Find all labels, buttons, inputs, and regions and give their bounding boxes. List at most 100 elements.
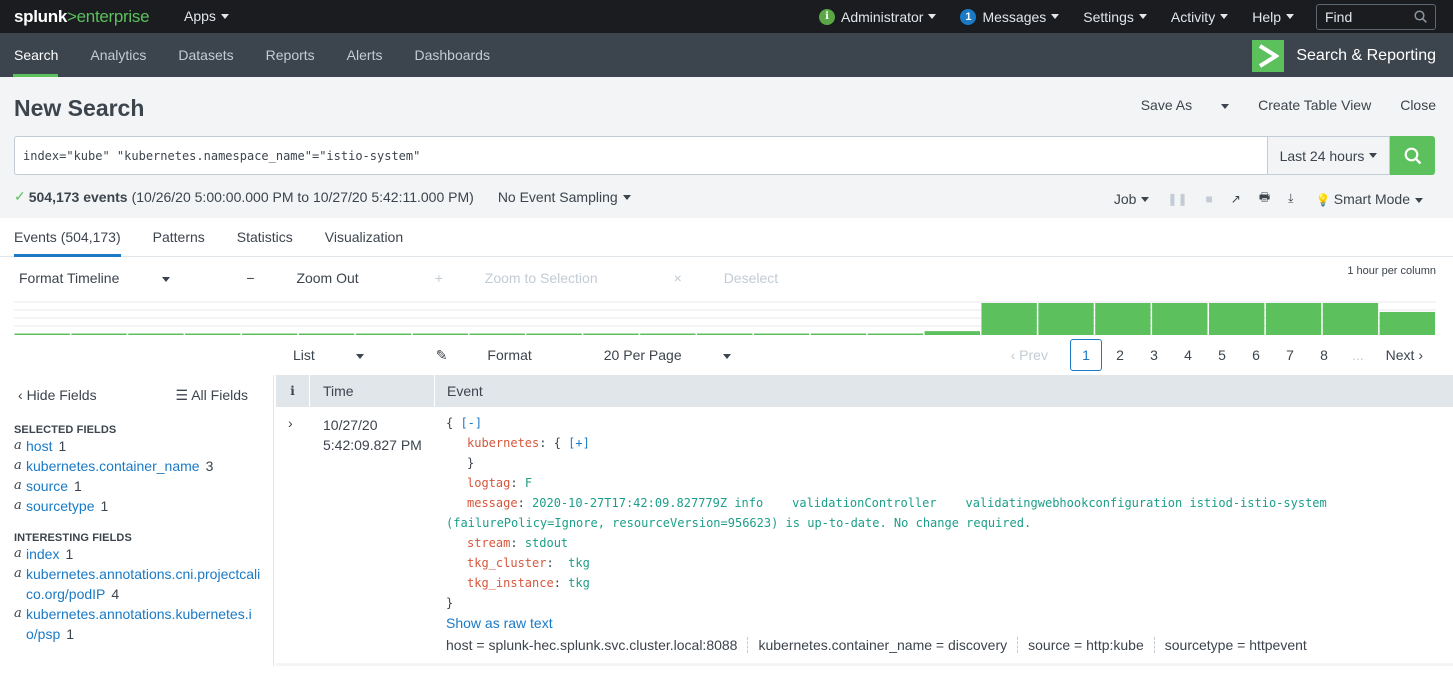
export-icon[interactable]: ⤓ xyxy=(1288,191,1293,206)
tab-visualization[interactable]: Visualization xyxy=(325,218,403,256)
administrator-menu[interactable]: i Administrator xyxy=(818,8,937,25)
page-6[interactable]: 6 xyxy=(1240,339,1272,371)
timeline-chart[interactable] xyxy=(14,299,1436,335)
page-5[interactable]: 5 xyxy=(1206,339,1238,371)
pause-icon[interactable]: ❚❚ xyxy=(1167,192,1187,206)
timeline-column[interactable] xyxy=(867,333,924,336)
tab-events[interactable]: Events (504,173) xyxy=(14,218,121,257)
all-fields-button[interactable]: ☰ All Fields xyxy=(176,387,248,404)
apps-menu[interactable]: Apps xyxy=(184,8,229,24)
messages-menu[interactable]: 1 Messages xyxy=(960,8,1060,25)
time-range-picker[interactable]: Last 24 hours xyxy=(1267,136,1390,175)
timeline-column[interactable] xyxy=(185,333,241,336)
json-key[interactable]: tkg_cluster xyxy=(467,556,546,570)
expand-row-icon[interactable]: › xyxy=(288,415,293,431)
timeline-column[interactable] xyxy=(14,333,70,336)
find-input[interactable]: Find xyxy=(1316,3,1436,30)
json-value-continued[interactable]: (failurePolicy=Ignore, resourceVersion=9… xyxy=(446,516,1031,530)
field-item[interactable]: a kubernetes.container_name 3 xyxy=(0,456,273,476)
splunk-logo[interactable]: splunk>enterprise xyxy=(14,7,150,27)
activity-menu[interactable]: Activity xyxy=(1171,9,1229,25)
timeline-column[interactable] xyxy=(1152,303,1208,335)
create-table-view-button[interactable]: Create Table View xyxy=(1258,97,1371,113)
timeline-column[interactable] xyxy=(412,333,469,336)
timeline-column[interactable] xyxy=(526,333,582,336)
tab-patterns[interactable]: Patterns xyxy=(153,218,205,256)
nav-search[interactable]: Search xyxy=(0,33,74,77)
field-item[interactable]: a source 1 xyxy=(0,476,273,496)
timeline-column[interactable] xyxy=(128,333,184,336)
timeline-column[interactable] xyxy=(1379,311,1435,335)
timeline-column[interactable] xyxy=(242,333,298,336)
timeline-column[interactable] xyxy=(640,333,696,336)
field-item[interactable]: a index 1 xyxy=(0,544,273,564)
hide-fields-button[interactable]: ‹ Hide Fields xyxy=(18,387,97,404)
nav-alerts[interactable]: Alerts xyxy=(331,33,399,77)
json-value[interactable]: tkg xyxy=(568,576,590,590)
timeline-column[interactable] xyxy=(1322,303,1379,335)
json-value[interactable]: 2020-10-27T17:42:09.827779Z info validat… xyxy=(532,496,1327,510)
format-button[interactable]: ✎ Format xyxy=(436,347,568,364)
field-name[interactable]: sourcetype xyxy=(26,498,94,514)
nav-datasets[interactable]: Datasets xyxy=(162,33,249,77)
settings-menu[interactable]: Settings xyxy=(1083,9,1147,25)
nav-analytics[interactable]: Analytics xyxy=(74,33,162,77)
meta-value[interactable]: discovery xyxy=(948,637,1007,653)
timeline-column[interactable] xyxy=(71,333,127,336)
app-title[interactable]: Search & Reporting xyxy=(1252,40,1436,72)
timeline-column[interactable] xyxy=(697,333,753,336)
time-column-header[interactable]: Time xyxy=(310,375,435,407)
page-1[interactable]: 1 xyxy=(1069,339,1102,371)
next-page-button[interactable]: Next › xyxy=(1386,347,1423,363)
help-menu[interactable]: Help xyxy=(1252,9,1294,25)
timeline-column[interactable] xyxy=(753,333,810,336)
page-7[interactable]: 7 xyxy=(1274,339,1306,371)
json-value[interactable]: tkg xyxy=(561,556,590,570)
timeline-column[interactable] xyxy=(355,333,412,336)
list-view-menu[interactable]: List xyxy=(293,347,400,364)
timeline-column[interactable] xyxy=(298,333,355,336)
zoom-to-selection-button[interactable]: + Zoom to Selection xyxy=(435,270,636,286)
timeline-column[interactable] xyxy=(810,333,867,336)
smart-mode-menu[interactable]: 💡 Smart Mode xyxy=(1315,191,1423,207)
json-key[interactable]: logtag xyxy=(467,476,510,490)
collapse-json-link[interactable]: [-] xyxy=(460,416,482,430)
json-key[interactable]: kubernetes xyxy=(467,436,539,450)
event-time[interactable]: 10/27/20 5:42:09.827 PM xyxy=(323,415,422,455)
zoom-out-button[interactable]: − Zoom Out xyxy=(246,270,396,286)
meta-value[interactable]: httpevent xyxy=(1249,637,1307,653)
prev-page-button[interactable]: ‹ Prev xyxy=(1011,347,1048,363)
format-timeline-menu[interactable]: Format Timeline xyxy=(19,270,208,286)
show-raw-text-link[interactable]: Show as raw text xyxy=(446,613,1326,633)
page-8[interactable]: 8 xyxy=(1308,339,1340,371)
job-menu[interactable]: Job xyxy=(1114,191,1150,207)
search-button[interactable] xyxy=(1390,136,1435,175)
per-page-menu[interactable]: 20 Per Page xyxy=(604,347,767,364)
stop-icon[interactable]: ■ xyxy=(1206,192,1213,206)
meta-value[interactable]: splunk-hec.splunk.svc.cluster.local:8088 xyxy=(488,637,737,653)
field-name[interactable]: kubernetes.container_name xyxy=(26,458,200,474)
field-item[interactable]: a host 1 xyxy=(0,436,273,456)
meta-value[interactable]: http:kube xyxy=(1086,637,1144,653)
field-name[interactable]: source xyxy=(26,478,68,494)
timeline-column[interactable] xyxy=(1038,303,1094,335)
print-icon[interactable]: 🖶 xyxy=(1259,188,1270,209)
nav-reports[interactable]: Reports xyxy=(250,33,331,77)
page-4[interactable]: 4 xyxy=(1172,339,1204,371)
timeline-column[interactable] xyxy=(1208,303,1265,335)
field-name[interactable]: host xyxy=(26,438,52,454)
page-3[interactable]: 3 xyxy=(1138,339,1170,371)
timeline-column[interactable] xyxy=(469,333,525,336)
search-query-input[interactable]: index="kube" "kubernetes.namespace_name"… xyxy=(14,136,1267,175)
share-icon[interactable]: ↗ xyxy=(1231,192,1241,206)
save-as-button[interactable]: Save As xyxy=(1112,97,1230,113)
field-item[interactable]: a kubernetes.annotations.kubernetes.io/ps… xyxy=(0,604,273,644)
page-2[interactable]: 2 xyxy=(1104,339,1136,371)
timeline-column[interactable] xyxy=(1095,303,1151,335)
timeline-column[interactable] xyxy=(981,303,1037,335)
field-name[interactable]: kubernetes.annotations.kubernetes.io/psp xyxy=(26,606,252,642)
json-key[interactable]: message xyxy=(467,496,518,510)
field-item[interactable]: a kubernetes.annotations.cni.projectcalic… xyxy=(0,564,273,604)
field-item[interactable]: a sourcetype 1 xyxy=(0,496,273,516)
field-name[interactable]: index xyxy=(26,546,59,562)
